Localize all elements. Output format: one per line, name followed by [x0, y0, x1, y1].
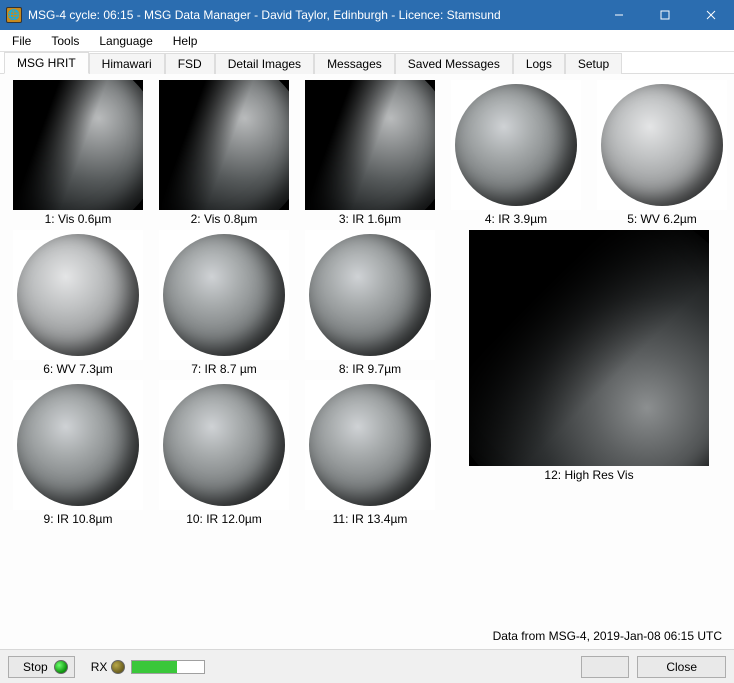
- bottom-bar: Stop RX Close: [0, 649, 734, 683]
- close-button[interactable]: Close: [637, 656, 726, 678]
- channel-caption-2: 2: Vis 0.8µm: [191, 212, 258, 226]
- channel-thumb-2[interactable]: [159, 80, 289, 210]
- channel-thumb-6[interactable]: [13, 230, 143, 360]
- channel-caption-12: 12: High Res Vis: [544, 468, 633, 482]
- channel-cell-2: 2: Vis 0.8µm: [154, 80, 294, 226]
- channel-caption-7: 7: IR 8.7 µm: [191, 362, 257, 376]
- channel-caption-5: 5: WV 6.2µm: [627, 212, 697, 226]
- channel-thumb-3[interactable]: [305, 80, 435, 210]
- channel-thumb-1[interactable]: [13, 80, 143, 210]
- tab-messages[interactable]: Messages: [314, 53, 395, 74]
- tab-msg-hrit[interactable]: MSG HRIT: [4, 52, 89, 74]
- blank-button[interactable]: [581, 656, 629, 678]
- channel-thumb-4[interactable]: [451, 80, 581, 210]
- channel-cell-10: 10: IR 12.0µm: [154, 380, 294, 526]
- channel-cell-7: 7: IR 8.7 µm: [154, 230, 294, 376]
- stop-button[interactable]: Stop: [8, 656, 75, 678]
- channel-caption-11: 11: IR 13.4µm: [333, 512, 408, 526]
- menu-language[interactable]: Language: [89, 32, 162, 50]
- rx-led-icon: [111, 660, 125, 674]
- channel-caption-3: 3: IR 1.6µm: [339, 212, 401, 226]
- maximize-icon: [660, 10, 670, 20]
- tab-detail-images[interactable]: Detail Images: [215, 53, 314, 74]
- channel-cell-9: 9: IR 10.8µm: [8, 380, 148, 526]
- running-led-icon: [54, 660, 68, 674]
- channel-cell-12: 12: High Res Vis: [446, 230, 732, 526]
- menu-file[interactable]: File: [2, 32, 41, 50]
- channel-caption-6: 6: WV 7.3µm: [43, 362, 113, 376]
- minimize-icon: [614, 10, 624, 20]
- tab-saved-messages[interactable]: Saved Messages: [395, 53, 513, 74]
- rx-progress: [131, 660, 205, 674]
- titlebar: 🌐 MSG-4 cycle: 06:15 - MSG Data Manager …: [0, 0, 734, 30]
- channel-thumb-12[interactable]: [469, 230, 709, 466]
- tab-logs[interactable]: Logs: [513, 53, 565, 74]
- menu-help[interactable]: Help: [163, 32, 208, 50]
- channel-caption-4: 4: IR 3.9µm: [485, 212, 547, 226]
- close-window-button[interactable]: [688, 0, 734, 30]
- channel-caption-1: 1: Vis 0.6µm: [45, 212, 112, 226]
- tab-himawari[interactable]: Himawari: [89, 53, 165, 74]
- channel-cell-3: 3: IR 1.6µm: [300, 80, 440, 226]
- stop-button-label: Stop: [23, 660, 48, 674]
- channel-thumb-9[interactable]: [13, 380, 143, 510]
- rx-label: RX: [91, 660, 108, 674]
- window-title: MSG-4 cycle: 06:15 - MSG Data Manager - …: [28, 8, 596, 22]
- channel-thumb-10[interactable]: [159, 380, 289, 510]
- maximize-button[interactable]: [642, 0, 688, 30]
- channel-thumb-7[interactable]: [159, 230, 289, 360]
- rx-progress-bar: [132, 661, 177, 673]
- close-icon: [706, 10, 716, 20]
- channel-cell-6: 6: WV 7.3µm: [8, 230, 148, 376]
- thumbnail-grid: 1: Vis 0.6µm 2: Vis 0.8µm 3: IR 1.6µm 4:…: [8, 80, 726, 526]
- menu-tools[interactable]: Tools: [41, 32, 89, 50]
- channel-thumb-5[interactable]: [597, 80, 727, 210]
- tab-setup[interactable]: Setup: [565, 53, 622, 74]
- minimize-button[interactable]: [596, 0, 642, 30]
- content-area: 1: Vis 0.6µm 2: Vis 0.8µm 3: IR 1.6µm 4:…: [0, 74, 734, 649]
- app-icon: 🌐: [6, 7, 22, 23]
- channel-cell-5: 5: WV 6.2µm: [592, 80, 732, 226]
- close-button-label: Close: [666, 660, 697, 674]
- tabbar: MSG HRIT Himawari FSD Detail Images Mess…: [0, 52, 734, 74]
- channel-thumb-8[interactable]: [305, 230, 435, 360]
- channel-thumb-11[interactable]: [305, 380, 435, 510]
- channel-cell-8: 8: IR 9.7µm: [300, 230, 440, 376]
- menubar: File Tools Language Help: [0, 30, 734, 52]
- channel-caption-9: 9: IR 10.8µm: [44, 512, 113, 526]
- status-text: Data from MSG-4, 2019-Jan-08 06:15 UTC: [493, 629, 722, 643]
- tab-fsd[interactable]: FSD: [165, 53, 215, 74]
- channel-cell-11: 11: IR 13.4µm: [300, 380, 440, 526]
- channel-cell-4: 4: IR 3.9µm: [446, 80, 586, 226]
- channel-caption-8: 8: IR 9.7µm: [339, 362, 401, 376]
- channel-cell-1: 1: Vis 0.6µm: [8, 80, 148, 226]
- channel-caption-10: 10: IR 12.0µm: [186, 512, 262, 526]
